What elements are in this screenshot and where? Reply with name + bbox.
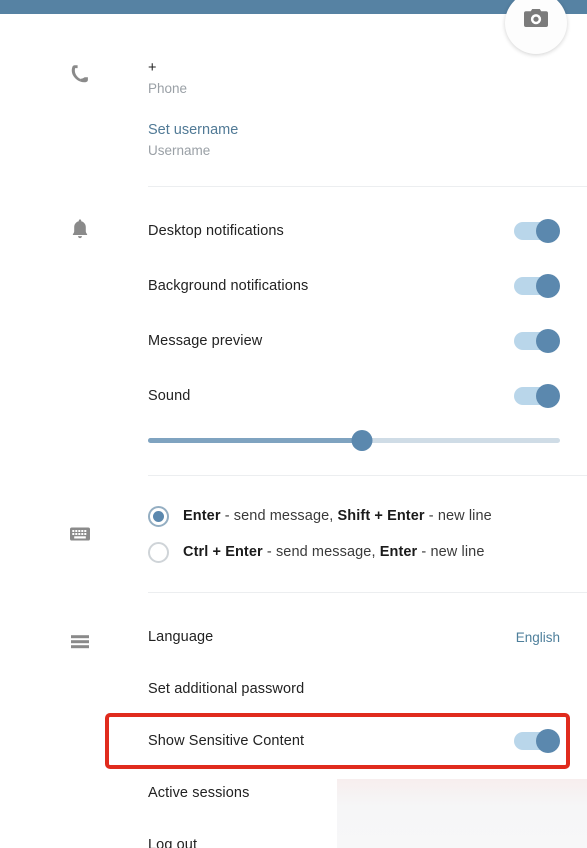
toggle-message-preview[interactable] <box>514 328 560 353</box>
sensitive-content-label: Show Sensitive Content <box>148 733 305 749</box>
phone-label: Phone <box>148 81 188 96</box>
setting-background-notifications[interactable]: Background notifications <box>148 258 560 313</box>
keyboard-icon <box>70 527 90 541</box>
radio-text-1: - send message, <box>220 508 338 524</box>
title-bar <box>0 0 587 14</box>
volume-slider-wrap[interactable] <box>148 423 560 457</box>
radio-label-ctrl-enter: Ctrl + Enter - send message, Enter - new… <box>183 544 484 560</box>
setting-desktop-notifications[interactable]: Desktop notifications <box>148 203 560 258</box>
contact-fields: + Phone Set username Username <box>148 58 587 162</box>
language-value[interactable]: English <box>516 630 560 645</box>
bell-icon-gutter <box>0 203 148 241</box>
radio-text-1: - send message, <box>262 544 380 560</box>
radio-text-2: - new line <box>424 508 492 524</box>
list-item-additional-password[interactable]: Set additional password <box>148 663 560 715</box>
setting-label: Background notifications <box>148 277 309 294</box>
phone-value: + <box>148 60 157 76</box>
set-username-link[interactable]: Set username <box>148 120 560 140</box>
setting-sound[interactable]: Sound <box>148 368 560 423</box>
phone-icon-gutter <box>0 58 148 86</box>
language-label: Language <box>148 629 214 645</box>
setting-label: Sound <box>148 387 191 404</box>
toggle-knob <box>536 273 560 298</box>
toggle-background-notifications[interactable] <box>514 273 560 298</box>
section-notifications: Desktop notifications Background notific… <box>0 187 587 475</box>
bell-icon <box>72 219 88 239</box>
radio-option-ctrl-enter[interactable]: Ctrl + Enter - send message, Enter - new… <box>148 534 560 570</box>
volume-slider-fill <box>148 437 363 443</box>
log-out-label: Log out <box>148 837 198 848</box>
setting-message-preview[interactable]: Message preview <box>148 313 560 368</box>
volume-slider-thumb[interactable] <box>351 429 373 451</box>
phone-field[interactable]: + Phone <box>148 58 560 100</box>
radio-option-enter[interactable]: Enter - send message, Shift + Enter - ne… <box>148 498 560 534</box>
hamburger-icon-gutter <box>0 611 148 653</box>
toggle-desktop-notifications[interactable] <box>514 218 560 243</box>
radio-label-enter: Enter - send message, Shift + Enter - ne… <box>183 508 492 524</box>
overlay-panel <box>337 779 587 848</box>
phone-icon <box>71 65 88 83</box>
setting-label: Desktop notifications <box>148 222 284 239</box>
section-send-keys: Enter - send message, Shift + Enter - ne… <box>0 476 587 592</box>
notification-settings: Desktop notifications Background notific… <box>148 203 587 457</box>
toggle-knob <box>536 383 560 408</box>
keyboard-icon-gutter <box>0 498 148 546</box>
radio-key-2: Shift + Enter <box>337 508 425 524</box>
username-label: Username <box>148 143 211 158</box>
radio-button-enter[interactable] <box>148 505 169 527</box>
list-item-sensitive-content[interactable]: Show Sensitive Content <box>148 715 560 767</box>
list-item-language[interactable]: Language English <box>148 611 560 663</box>
settings-window: + Phone Set username Username Desktop no… <box>0 0 587 848</box>
camera-icon <box>524 9 548 27</box>
toggle-knob <box>536 729 560 753</box>
send-keys-options: Enter - send message, Shift + Enter - ne… <box>148 498 587 570</box>
radio-key-1: Enter <box>183 508 221 524</box>
username-field[interactable]: Set username Username <box>148 120 560 162</box>
radio-text-2: - new line <box>417 544 485 560</box>
settings-content: + Phone Set username Username Desktop no… <box>0 14 587 848</box>
volume-slider[interactable] <box>148 429 560 451</box>
additional-password-label: Set additional password <box>148 681 305 697</box>
radio-key-2: Enter <box>379 544 418 560</box>
radio-button-ctrl-enter[interactable] <box>148 541 169 563</box>
setting-label: Message preview <box>148 332 263 349</box>
toggle-sensitive-content[interactable] <box>514 729 560 753</box>
hamburger-icon <box>71 635 89 649</box>
toggle-knob <box>536 218 560 243</box>
toggle-knob <box>536 328 560 353</box>
radio-key-1: Ctrl + Enter <box>183 544 263 560</box>
section-contact: + Phone Set username Username <box>0 14 587 186</box>
active-sessions-label: Active sessions <box>148 785 250 801</box>
toggle-sound[interactable] <box>514 383 560 408</box>
